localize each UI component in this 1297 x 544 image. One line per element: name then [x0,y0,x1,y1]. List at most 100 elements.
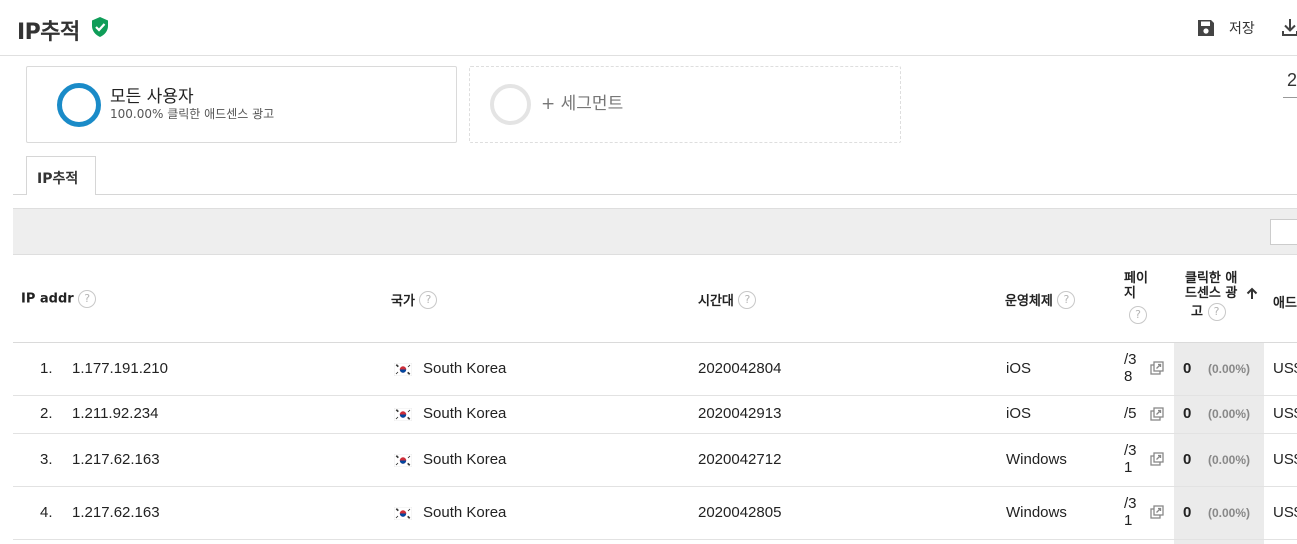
segment-subtitle: 100.00% 클릭한 애드센스 광고 [110,107,275,121]
save-label: 저장 [1229,21,1255,37]
verified-shield-icon [92,17,108,37]
ip-link[interactable]: 1.177.191.210 [72,360,168,377]
clicks-value: 0 [1183,451,1192,468]
page-title: IP추적 [17,20,80,45]
col-header-timezone[interactable]: 시간대 ? [698,290,757,309]
table-row: 2. 1.211.92.234 South Korea 2020042913 i… [13,396,1297,434]
country-link[interactable]: South Korea [423,451,506,468]
col-header-country-label: 국가 [391,294,415,309]
tab-divider [13,194,1297,195]
page-link-line1: /3 [1124,351,1137,368]
col-header-page[interactable]: 페이 지 ? [1124,271,1148,324]
empty-segment-ring-icon [490,84,531,125]
country-link[interactable]: South Korea [423,405,506,422]
south-korea-flag-icon [394,363,412,376]
timezone-link[interactable]: 2020042805 [698,504,781,521]
tab-label: IP추적 [37,171,79,187]
table-search-input[interactable] [1270,219,1297,245]
page-link[interactable]: /3 8 [1124,351,1137,385]
clicks-value: 0 [1183,504,1192,521]
open-popup-icon[interactable] [1150,452,1164,466]
clicks-value: 0 [1183,405,1192,422]
add-segment-card[interactable]: + 세그먼트 [469,66,901,143]
next-col-value: US$ [1273,405,1297,422]
table-row: 1. 1.177.191.210 South Korea 2020042804 … [13,343,1297,396]
segment-ring-icon [57,83,101,127]
help-icon[interactable]: ? [738,290,757,309]
timezone-link[interactable]: 2020042913 [698,405,781,422]
open-popup-icon[interactable] [1150,505,1164,519]
south-korea-flag-icon [394,408,412,421]
sort-ascending-icon[interactable] [1246,287,1258,300]
os-link[interactable]: Windows [1006,451,1067,468]
save-icon [1198,20,1214,36]
page-link[interactable]: /5 [1124,405,1137,422]
ip-link[interactable]: 1.217.62.163 [72,451,160,468]
download-icon[interactable] [1281,17,1297,37]
clicks-percent: (0.00%) [1208,453,1251,467]
col-header-os-label: 운영체제 [1005,294,1053,309]
col-header-page-line1: 페이 [1124,271,1148,286]
col-header-ip[interactable]: IP addr ? [21,290,97,308]
timezone-link[interactable]: 2020042804 [698,360,781,377]
save-button[interactable]: 저장 [1196,16,1255,40]
os-link[interactable]: iOS [1006,405,1031,422]
segment-all-users[interactable]: 모든 사용자 100.00% 클릭한 애드센스 광고 [26,66,457,143]
south-korea-flag-icon [394,454,412,467]
page-link-line2: 1 [1124,512,1133,529]
col-header-clicks-line2: 드센스 광 [1185,286,1238,301]
timezone-link[interactable]: 2020042712 [698,451,781,468]
ip-link[interactable]: 1.211.92.234 [72,405,158,422]
country-link[interactable]: South Korea [423,360,506,377]
tab-ip-tracking[interactable]: IP추적 [26,156,96,195]
page-link-line1: /3 [1124,442,1137,459]
page-link-line2: 1 [1124,459,1133,476]
col-header-next[interactable]: 애드 [1273,292,1297,311]
help-icon[interactable]: ? [78,290,97,308]
table-row: 4. 1.217.62.163 South Korea 2020042805 W… [13,487,1297,540]
country-link[interactable]: South Korea [423,504,506,521]
col-header-timezone-label: 시간대 [698,294,734,309]
next-col-value: US$ [1273,451,1297,468]
row-index: 3. [40,451,53,468]
add-segment-label: + 세그먼트 [541,94,624,114]
col-header-country[interactable]: 국가 ? [391,290,438,309]
page-link[interactable]: /3 1 [1124,442,1137,476]
open-popup-icon[interactable] [1150,407,1164,421]
open-popup-icon[interactable] [1150,361,1164,375]
help-icon[interactable]: ? [1129,306,1147,324]
page-link-line2: 8 [1124,368,1133,385]
row-index: 2. [40,405,53,422]
help-icon[interactable]: ? [419,290,438,309]
next-col-value: US$ [1273,360,1297,377]
table-toolbar [13,208,1297,255]
help-icon[interactable]: ? [1207,303,1226,321]
os-link[interactable]: iOS [1006,360,1031,377]
report-table: IP addr ? 국가 ? 시간대 ? 운영체제 ? 페이 지 ? 클릭한 애… [13,255,1297,544]
clicks-value: 0 [1183,360,1192,377]
help-icon[interactable]: ? [1057,290,1076,309]
clicks-percent: (0.00%) [1208,362,1251,376]
page-link[interactable]: /3 1 [1124,495,1137,529]
os-link[interactable]: Windows [1006,504,1067,521]
page-link-line1: /3 [1124,495,1137,512]
segment-title: 모든 사용자 [110,87,194,107]
col-header-os[interactable]: 운영체제 ? [1005,290,1076,309]
clicks-percent: (0.00%) [1208,506,1251,520]
col-header-clicks[interactable]: 클릭한 애 드센스 광 고 ? [1185,271,1258,321]
page-header: IP추적 저장 [0,0,1297,56]
col-header-clicks-line1: 클릭한 애 [1185,271,1238,286]
header-divider [0,55,1297,56]
table-row: 3. 1.217.62.163 South Korea 2020042712 W… [13,434,1297,487]
south-korea-flag-icon [394,507,412,520]
date-range-fragment[interactable]: 2 [1287,70,1297,91]
table-header-row: IP addr ? 국가 ? 시간대 ? 운영체제 ? 페이 지 ? 클릭한 애… [13,255,1297,343]
col-header-clicks-line3: 고 [1191,304,1203,320]
next-col-value: US$ [1273,504,1297,521]
col-header-page-line2: 지 [1124,286,1136,301]
col-header-ip-label: IP addr [21,291,74,307]
ip-link[interactable]: 1.217.62.163 [72,504,160,521]
row-index: 4. [40,504,53,521]
clicks-percent: (0.00%) [1208,407,1251,421]
date-underline [1283,97,1297,98]
